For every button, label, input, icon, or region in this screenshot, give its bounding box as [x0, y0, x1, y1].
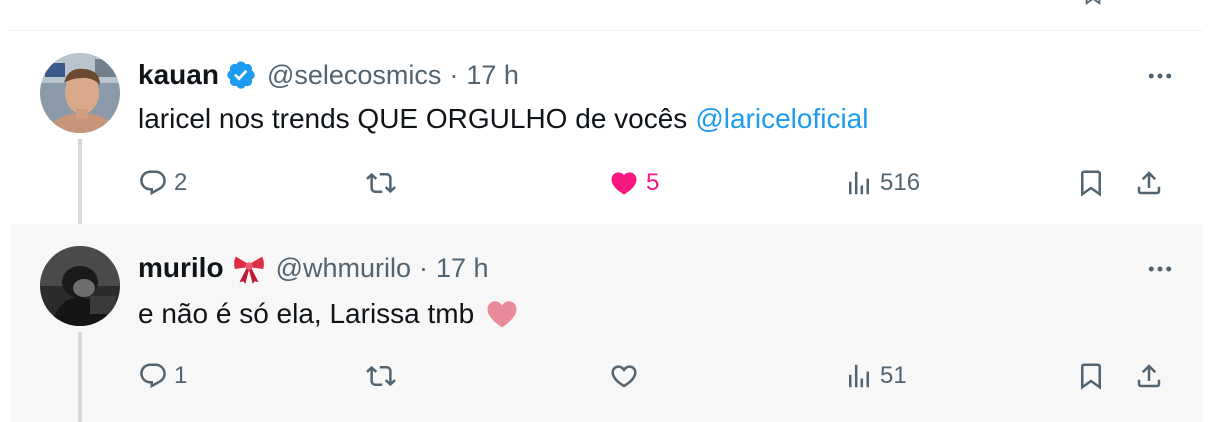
tweet-body: e não é só ela, Larissa tmb [138, 298, 475, 329]
view-count: 516 [880, 169, 921, 196]
tweet-body: laricel nos trends QUE ORGULHO de vocês [138, 103, 688, 134]
tweet-header: murilo @whmurilo · 17 h [138, 250, 489, 286]
user-handle[interactable]: @whmurilo [276, 253, 411, 284]
timestamp[interactable]: 17 h [466, 60, 519, 91]
retweet-button[interactable] [366, 163, 402, 203]
thread-line [78, 139, 82, 224]
bookmark-icon [1081, 170, 1101, 197]
bookmark-button[interactable] [1076, 163, 1106, 203]
reply-count: 1 [174, 362, 188, 389]
avatar[interactable] [40, 246, 120, 326]
tweet-card[interactable]: murilo @whmurilo · 17 h e não é só ela, … [10, 224, 1203, 422]
separator-dot: · [419, 252, 428, 283]
analytics-bars-icon [849, 364, 869, 388]
thread-line [78, 332, 82, 422]
previous-tweet-bottom [0, 0, 1212, 32]
tweet-card[interactable]: kauan @selecosmics · 17 h laricel nos tr… [10, 31, 1203, 224]
reply-button[interactable]: 2 [138, 163, 187, 203]
avatar[interactable] [40, 53, 120, 133]
more-dots-icon[interactable] [1145, 61, 1175, 91]
share-upload-icon [1137, 364, 1161, 388]
action-bar: 2 5 516 [138, 163, 1178, 203]
view-count: 51 [880, 362, 907, 389]
analytics-bars-icon [849, 171, 869, 195]
tweet-text: e não é só ela, Larissa tmb [138, 294, 520, 334]
retweet-icon [366, 172, 396, 194]
like-count: 5 [646, 169, 660, 196]
bookmark-icon [1081, 363, 1101, 390]
bookmark-button[interactable] [1076, 356, 1106, 396]
display-name[interactable]: kauan [138, 59, 219, 91]
views-button[interactable]: 516 [844, 163, 920, 203]
timestamp[interactable]: 17 h [436, 253, 489, 284]
share-button[interactable] [1134, 356, 1164, 396]
heart-icon [611, 365, 637, 388]
heart-icon [611, 172, 637, 195]
retweet-button[interactable] [366, 356, 402, 396]
user-handle[interactable]: @selecosmics [267, 60, 441, 91]
reply-count: 2 [174, 169, 188, 196]
mention-link[interactable]: @lariceloficial [695, 103, 868, 135]
more-dots-icon[interactable] [1145, 254, 1175, 284]
pink-heart-icon [484, 297, 520, 331]
tweet-header: kauan @selecosmics · 17 h [138, 57, 519, 93]
bookmark-icon[interactable] [1082, 0, 1104, 6]
tweet-text: laricel nos trends QUE ORGULHO de vocês … [138, 99, 868, 139]
share-upload-icon [1137, 171, 1161, 195]
like-button[interactable]: 5 [608, 163, 659, 203]
display-name[interactable]: murilo [138, 252, 224, 284]
action-bar: 1 51 [138, 356, 1178, 396]
retweet-icon [366, 365, 396, 387]
reply-bubble-icon [140, 170, 166, 196]
reply-button[interactable]: 1 [138, 356, 187, 396]
separator-dot: · [449, 59, 459, 90]
views-button[interactable]: 51 [844, 356, 907, 396]
ribbon-bow-icon [232, 251, 266, 285]
share-button[interactable] [1134, 163, 1164, 203]
reply-bubble-icon [140, 363, 166, 389]
verified-badge-icon[interactable] [225, 59, 257, 91]
like-button[interactable] [608, 356, 646, 396]
